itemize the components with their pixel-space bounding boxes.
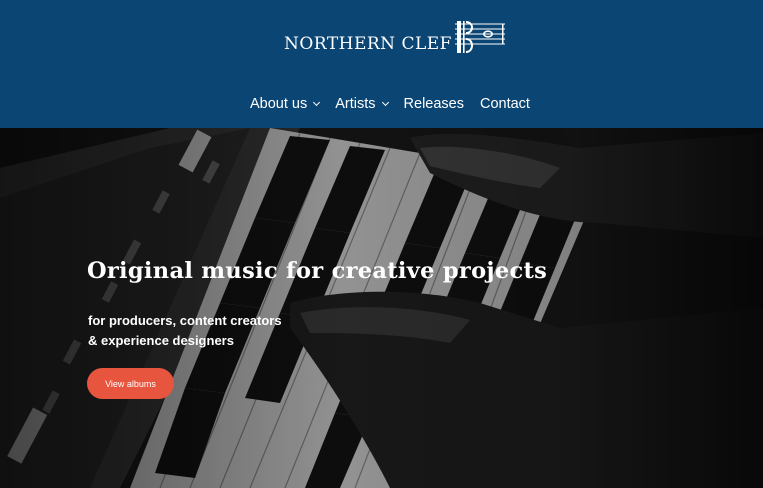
hero-title: Original music for creative projects bbox=[87, 258, 548, 284]
nav-item-artists[interactable]: Artists bbox=[335, 96, 389, 112]
nav-item-releases[interactable]: Releases bbox=[404, 96, 464, 112]
site-header: NORTHERN CLEF About us Artists Releases … bbox=[0, 0, 763, 128]
nav-item-about-us[interactable]: About us bbox=[250, 96, 321, 112]
hero-subtitle-line-2: & experience designers bbox=[88, 333, 234, 348]
nav-item-contact[interactable]: Contact bbox=[480, 96, 530, 112]
nav-item-label: Contact bbox=[479, 96, 530, 112]
nav-item-label: Artists bbox=[335, 96, 376, 112]
chevron-down-icon bbox=[313, 98, 321, 106]
view-albums-button[interactable]: View albums bbox=[87, 368, 174, 399]
hero-subtitle-line-1: for producers, content creators bbox=[88, 313, 282, 328]
site-logo[interactable]: NORTHERN CLEF bbox=[284, 19, 507, 55]
hero-section: Original music for creative projects for… bbox=[0, 128, 763, 488]
clef-logo-icon bbox=[454, 21, 505, 53]
logo-text: NORTHERN CLEF bbox=[284, 34, 452, 54]
chevron-down-icon bbox=[381, 98, 389, 106]
main-nav: About us Artists Releases Contact bbox=[250, 96, 530, 112]
nav-item-label: Releases bbox=[403, 96, 464, 112]
nav-item-label: About us bbox=[250, 96, 308, 112]
hero-subtitle: for producers, content creators & experi… bbox=[88, 311, 282, 351]
hero-background-image bbox=[0, 128, 763, 488]
